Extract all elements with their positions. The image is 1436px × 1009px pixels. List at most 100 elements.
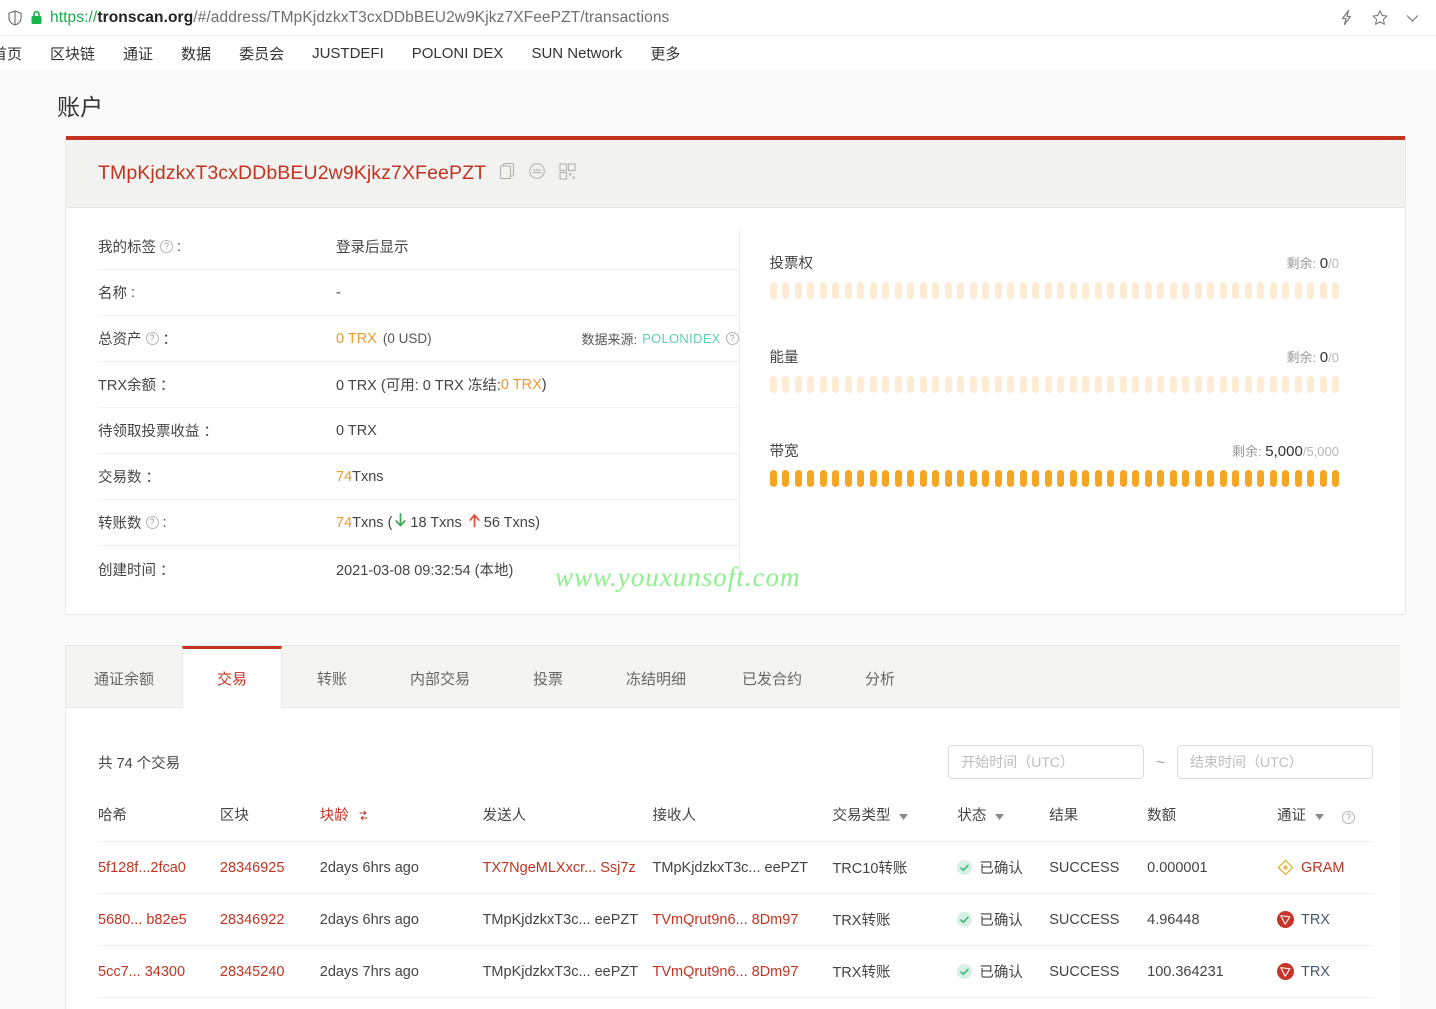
resource-bar-segment bbox=[844, 470, 852, 487]
th-token[interactable]: 通证 ? bbox=[1277, 790, 1373, 842]
cell-token[interactable]: GRAM bbox=[1276, 841, 1373, 894]
table-row[interactable]: 2d73... 86412 28345204 2days 7hrs ago TM… bbox=[98, 997, 1373, 1009]
resource-bar-segment bbox=[1069, 282, 1077, 299]
end-date-input[interactable] bbox=[1177, 745, 1373, 779]
table-row[interactable]: 5680... b82e5 28346922 2days 6hrs ago TM… bbox=[98, 893, 1373, 946]
qr-code-icon[interactable] bbox=[559, 162, 576, 185]
info-label: 名称 : bbox=[98, 282, 336, 303]
cell-hash[interactable]: 2d73... 86412 bbox=[98, 997, 220, 1009]
token-name[interactable]: GRAM bbox=[1301, 860, 1345, 876]
table-row[interactable]: 5f128f...2fca0 28346925 2days 6hrs ago T… bbox=[98, 841, 1373, 894]
cell-status: 已确认 bbox=[957, 997, 1050, 1009]
tab-analysis[interactable]: 分析 bbox=[830, 646, 930, 707]
th-amount[interactable]: 数额 bbox=[1147, 790, 1277, 842]
info-row-transfer-count: 转账数 ? : 74 Txns ( 18 Txns 56 Txns) bbox=[98, 500, 739, 546]
resource-bar-segment bbox=[1282, 376, 1289, 393]
chevron-down-icon[interactable] bbox=[1405, 13, 1420, 23]
gram-icon bbox=[1277, 859, 1294, 876]
tx-hash-link[interactable]: 5680... b82e5 bbox=[98, 912, 187, 928]
url-text[interactable]: https://tronscan.org/#/address/TMpKjdzkx… bbox=[50, 9, 669, 27]
to-address-link[interactable]: TVmQrut9n6... 8Dm97 bbox=[653, 912, 799, 928]
nav-item-committee[interactable]: 委员会 bbox=[225, 43, 298, 64]
table-row[interactable]: 5cc7... 34300 28345240 2days 7hrs ago TM… bbox=[98, 945, 1373, 998]
tx-hash-link[interactable]: 5cc7... 34300 bbox=[98, 964, 185, 980]
cell-hash[interactable]: 5cc7... 34300 bbox=[98, 945, 220, 998]
cell-block[interactable]: 28346922 bbox=[219, 893, 320, 946]
caret-down-icon[interactable] bbox=[899, 808, 909, 824]
cell-token[interactable]: TRX bbox=[1276, 997, 1373, 1009]
nav-item-tokens[interactable]: 通证 bbox=[109, 43, 167, 64]
th-result[interactable]: 结果 bbox=[1049, 790, 1147, 842]
block-link[interactable]: 28346922 bbox=[220, 912, 285, 928]
help-icon[interactable]: ? bbox=[145, 332, 159, 345]
nav-item-blockchain[interactable]: 区块链 bbox=[36, 43, 109, 64]
th-to[interactable]: 接收人 bbox=[653, 790, 833, 842]
info-label-text: 名称 bbox=[98, 286, 127, 302]
nav-item-sun-network[interactable]: SUN Network bbox=[517, 45, 636, 62]
cell-token[interactable]: TRX bbox=[1276, 893, 1373, 946]
th-status[interactable]: 状态 bbox=[957, 790, 1049, 842]
cell-from[interactable]: TX7NgeMLXxcr... Ssj7z bbox=[482, 841, 653, 894]
sort-icon[interactable] bbox=[358, 809, 369, 825]
help-icon[interactable]: ? bbox=[725, 332, 739, 345]
th-from[interactable]: 发送人 bbox=[483, 790, 653, 842]
cell-to[interactable]: TVmQrut9n6... 8Dm97 bbox=[652, 945, 833, 998]
tab-freeze-details[interactable]: 冻结明细 bbox=[598, 646, 714, 707]
url-path: /#/address/TMpKjdzkxT3cxDDbBEU2w9Kjkz7XF… bbox=[193, 8, 670, 26]
block-link[interactable]: 28345240 bbox=[220, 964, 285, 980]
tab-votes[interactable]: 投票 bbox=[498, 646, 598, 707]
to-address-link[interactable]: TVmQrut9n6... 8Dm97 bbox=[653, 964, 799, 980]
resource-bar-segment bbox=[1244, 376, 1252, 393]
caret-down-icon[interactable] bbox=[1315, 808, 1324, 824]
cell-to[interactable]: TVmQrut9n6... 8Dm97 bbox=[652, 893, 833, 946]
th-block[interactable]: 区块 bbox=[220, 790, 320, 842]
caret-down-icon[interactable] bbox=[995, 808, 1005, 824]
cell-to[interactable]: S€ USDT Token bbox=[652, 997, 833, 1009]
nav-item-polonidex[interactable]: POLONI DEX bbox=[398, 45, 518, 62]
tab-internal-txs[interactable]: 内部交易 bbox=[382, 646, 498, 707]
start-date-input[interactable] bbox=[948, 745, 1145, 779]
cell-hash[interactable]: 5f128f...2fca0 bbox=[98, 841, 220, 894]
cell-block[interactable]: 28345204 bbox=[219, 997, 320, 1009]
block-link[interactable]: 28346925 bbox=[220, 860, 285, 876]
account-address[interactable]: TMpKjdzkxT3cxDDbBEU2w9Kjkz7XFeePZT bbox=[98, 162, 486, 185]
star-icon[interactable] bbox=[1371, 9, 1389, 27]
lightning-icon[interactable] bbox=[1338, 9, 1355, 26]
cell-block[interactable]: 28345240 bbox=[219, 945, 320, 998]
resource-bar-segment bbox=[782, 282, 789, 299]
tx-hash-link[interactable]: 5f128f...2fca0 bbox=[98, 860, 186, 876]
cell-hash[interactable]: 5680... b82e5 bbox=[98, 893, 220, 946]
lock-icon[interactable] bbox=[30, 10, 43, 25]
minus-circle-icon[interactable] bbox=[528, 162, 546, 185]
tab-transactions[interactable]: 交易 bbox=[182, 646, 283, 708]
token-name[interactable]: TRX bbox=[1301, 912, 1330, 928]
data-source-link[interactable]: POLONIDEX bbox=[642, 331, 721, 346]
tab-token-balance[interactable]: 通证余额 bbox=[66, 646, 182, 707]
th-age[interactable]: 块龄 bbox=[320, 790, 483, 842]
from-address-link[interactable]: TX7NgeMLXxcr... Ssj7z bbox=[483, 860, 636, 876]
token-name[interactable]: TRX bbox=[1301, 964, 1330, 980]
tab-transfers[interactable]: 转账 bbox=[282, 646, 382, 707]
th-type[interactable]: 交易类型 bbox=[832, 790, 957, 842]
copy-icon[interactable] bbox=[499, 162, 515, 185]
info-colon: : bbox=[162, 514, 167, 531]
shield-icon[interactable] bbox=[6, 9, 24, 27]
th-hash[interactable]: 哈希 bbox=[98, 790, 220, 842]
token-chip[interactable]: TRX bbox=[1276, 911, 1373, 928]
tab-deployed-contracts[interactable]: 已发合约 bbox=[714, 646, 830, 707]
resource-bar-segment bbox=[1132, 470, 1139, 487]
help-icon[interactable]: ? bbox=[145, 516, 159, 529]
token-chip[interactable]: TRX bbox=[1276, 963, 1373, 980]
cell-block[interactable]: 28346925 bbox=[219, 841, 320, 894]
token-chip[interactable]: GRAM bbox=[1277, 859, 1373, 876]
cell-token[interactable]: TRX bbox=[1276, 945, 1373, 998]
nav-item-data[interactable]: 数据 bbox=[167, 43, 225, 64]
help-icon[interactable]: ? bbox=[1342, 811, 1356, 824]
resource-used: 0 bbox=[1319, 349, 1329, 366]
nav-item-home[interactable]: 首页 bbox=[0, 43, 36, 64]
resource-bar-segment bbox=[1044, 470, 1052, 487]
nav-item-justdefi[interactable]: JUSTDEFI bbox=[298, 45, 398, 62]
resource-bar-segment bbox=[982, 470, 989, 487]
help-icon[interactable]: ? bbox=[160, 240, 173, 253]
nav-item-more[interactable]: 更多 bbox=[636, 43, 694, 64]
